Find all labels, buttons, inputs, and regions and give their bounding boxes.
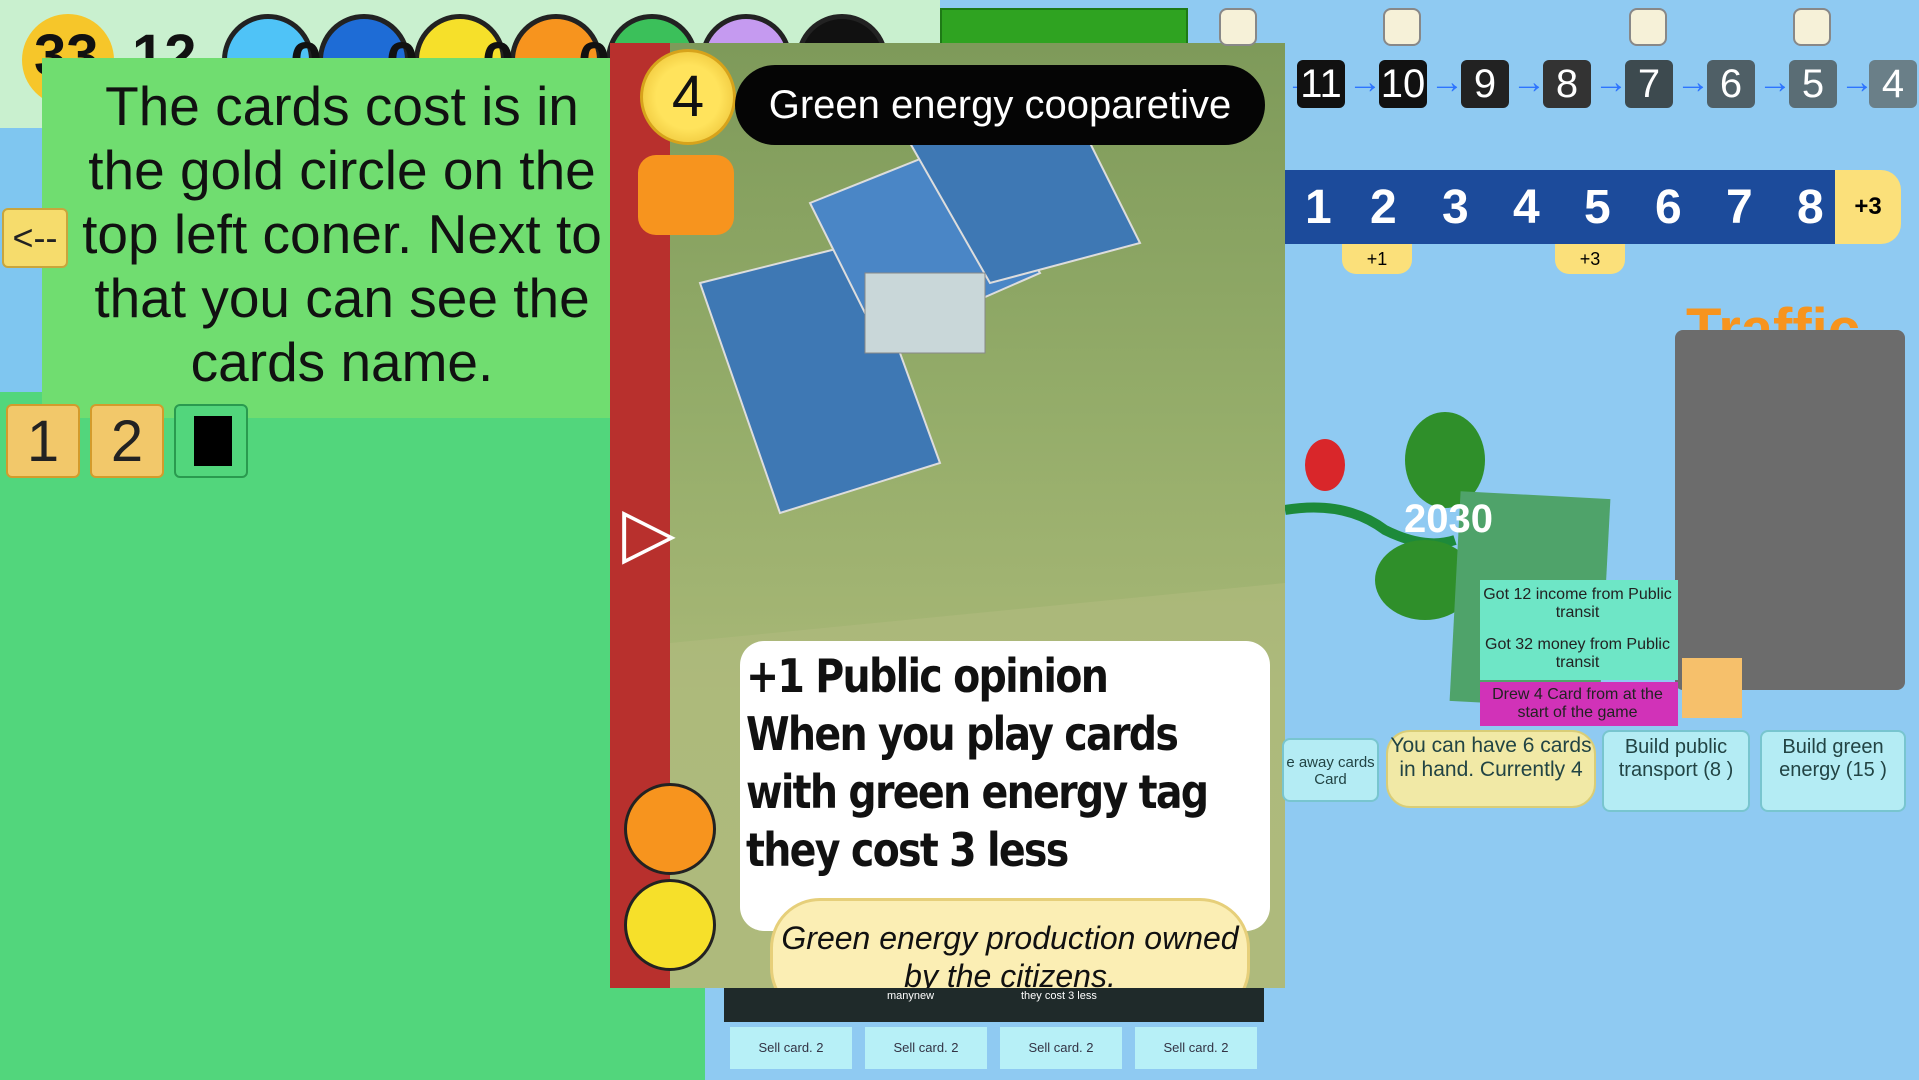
build-public-transport-button[interactable]: Build public transport (8 ) [1602, 730, 1750, 812]
log-entry: Got 12 income from Public transit [1483, 586, 1672, 621]
trophy-icon [1219, 8, 1257, 46]
hand-limit-info: You can have 6 cards in hand. Currently … [1386, 730, 1596, 808]
lightbulb-tag-icon [624, 879, 716, 971]
mini-card-text: manynew [887, 990, 935, 1002]
footsteps-icon [1383, 8, 1421, 46]
track-step: 10 [1379, 60, 1427, 108]
card-icon [194, 416, 232, 466]
play-icon: ▷ [622, 493, 676, 571]
track-step: 4 [1869, 60, 1917, 108]
page-card-button[interactable] [174, 404, 248, 478]
card-detail[interactable]: 4 Green energy cooparetive ▷ +1 Public o… [610, 43, 1285, 988]
card-cost: 4 [640, 49, 736, 145]
score-track: 1 2 3 4 5 6 7 8 [1285, 170, 1835, 244]
arrow-icon: → [1758, 63, 1792, 101]
arrow-icon: → [1594, 63, 1628, 101]
track-number: 2 [1370, 181, 1397, 234]
check-icon [1682, 658, 1742, 718]
page-1-button[interactable]: 1 [6, 404, 80, 478]
card-title: Green energy cooparetive [735, 65, 1265, 145]
track-end-bonus: +3 [1835, 170, 1901, 244]
arrow-icon: → [1676, 63, 1710, 101]
track-number: 5 [1584, 181, 1611, 234]
track-step: 11 [1297, 60, 1345, 108]
status-banner [940, 8, 1188, 46]
page-2-button[interactable]: 2 [90, 404, 164, 478]
sell-card-button[interactable]: Sell card. 2 [730, 1027, 852, 1069]
trophy-icon [1629, 8, 1667, 46]
log-entry: Drew 4 Card from at the start of the gam… [1492, 686, 1663, 721]
log-entry: Got 32 money from Public transit [1485, 636, 1670, 671]
track-step: 8 [1543, 60, 1591, 108]
card-flavor-text: Green energy production owned by the cit… [770, 898, 1250, 988]
card-effect-box: +1 Public opinion When you play cards wi… [740, 641, 1270, 931]
arrow-icon: → [1430, 63, 1464, 101]
track-bonus: +3 [1555, 244, 1625, 274]
left-panel [0, 392, 705, 1080]
traffic-board[interactable] [1675, 330, 1905, 690]
effect-line: When you play cards [746, 707, 1179, 761]
inverter-building [864, 272, 986, 354]
strawberry-icon [1305, 439, 1345, 491]
year-label: 2030 [1404, 497, 1493, 541]
tutorial-prev-button[interactable]: <-- [2, 208, 68, 268]
track-number: 6 [1655, 181, 1682, 234]
track-step: 5 [1789, 60, 1837, 108]
housing-tag-icon [638, 155, 734, 235]
track-number: 1 [1305, 181, 1332, 234]
sell-card-button[interactable]: Sell card. 2 [1135, 1027, 1257, 1069]
home-tag-icon [624, 783, 716, 875]
throw-away-button[interactable]: e away cards Card [1282, 738, 1379, 802]
sell-card-button[interactable]: Sell card. 2 [865, 1027, 987, 1069]
sell-card-button[interactable]: Sell card. 2 [1000, 1027, 1122, 1069]
effect-line: +1 Public opinion [746, 649, 1109, 703]
effect-line: with green energy tag [746, 765, 1209, 819]
track-bonus: +1 [1342, 244, 1412, 274]
hand-strip: manynew they cost 3 less [724, 988, 1264, 1022]
track-step: 9 [1461, 60, 1509, 108]
track-step: 6 [1707, 60, 1755, 108]
track-step: 7 [1625, 60, 1673, 108]
track-number: 7 [1726, 181, 1753, 234]
track-number: 3 [1442, 181, 1469, 234]
arrow-icon: → [1348, 63, 1382, 101]
build-green-energy-button[interactable]: Build green energy (15 ) [1760, 730, 1906, 812]
mini-card-text: they cost 3 less [1021, 990, 1097, 1002]
effect-line: they cost 3 less [746, 823, 1069, 877]
tutorial-box: The cards cost is in the gold circle on … [42, 58, 642, 418]
track-number: 8 [1797, 181, 1824, 234]
tutorial-text: The cards cost is in the gold circle on … [82, 75, 602, 393]
track-number: 4 [1513, 181, 1540, 234]
arrow-icon: → [1512, 63, 1546, 101]
card-icon [1793, 8, 1831, 46]
